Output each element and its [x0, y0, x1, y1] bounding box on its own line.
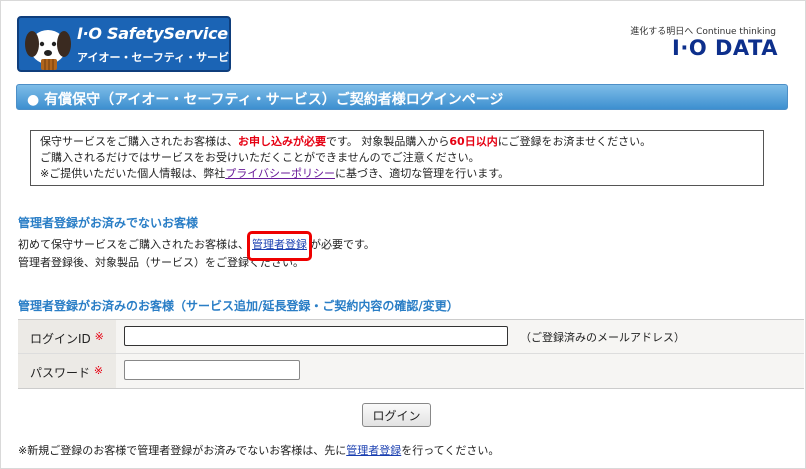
- notice-line-3: ※ご提供いただいた個人情報は、弊社プライバシーポリシーに基づき、適切な管理を行い…: [40, 166, 763, 182]
- footnote-text: を行ってください。: [401, 444, 500, 457]
- footnote: ※新規ご登録のお客様で管理者登録がお済みでないお客様は、先に管理者登録を行ってく…: [18, 442, 499, 458]
- notice-box: 保守サービスをご購入されたお客様は、お申し込みが必要です。 対象製品購入から60…: [30, 130, 764, 186]
- password-input-cell: [116, 354, 804, 388]
- register-link-highlight: 管理者登録: [247, 231, 312, 261]
- privacy-policy-link[interactable]: プライバシーポリシー: [225, 167, 335, 180]
- notice-text: ※ご提供いただいた個人情報は、弊社: [40, 167, 226, 180]
- safety-service-logo[interactable]: I·O SafetyService アイオー・セーフティ・サービス: [17, 16, 231, 72]
- login-id-label-cell: ログインID ※: [18, 320, 116, 353]
- admin-register-link[interactable]: 管理者登録: [252, 238, 307, 251]
- notice-text: に基づき、適切な管理を行います。: [335, 167, 510, 180]
- password-label: パスワード: [30, 366, 91, 380]
- notice-emphasis-application: お申し込みが必要: [238, 135, 326, 148]
- unregistered-section-heading: 管理者登録がお済みでないお客様: [18, 216, 199, 230]
- notice-line-2: ご購入されるだけではサービスをお受けいただくことができませんのでご注意ください。: [40, 151, 480, 164]
- notice-text: 保守サービスをご購入されたお客様は、: [40, 135, 238, 148]
- password-input[interactable]: [124, 360, 300, 380]
- login-id-hint: （ご登録済みのメールアドレス）: [520, 331, 685, 344]
- login-id-label: ログインID: [30, 332, 91, 346]
- page-title-bar: ● 有償保守（アイオー・セーフティ・サービス）ご契約者様ログインページ: [16, 84, 788, 110]
- unregistered-line-1: 初めて保守サービスをご購入されたお客様は、 管理者登録 が必要です。: [18, 231, 375, 261]
- dog-mascot-icon: [25, 30, 71, 70]
- password-row: パスワード ※: [18, 354, 804, 388]
- login-form-table: ログインID ※ （ご登録済みのメールアドレス） パスワード ※: [18, 319, 804, 389]
- notice-emphasis-deadline: 60日以内: [449, 135, 498, 148]
- logo-subtitle: アイオー・セーフティ・サービス: [77, 51, 231, 64]
- page-title: ● 有償保守（アイオー・セーフティ・サービス）ご契約者様ログインページ: [27, 92, 504, 108]
- login-button[interactable]: ログイン: [362, 403, 431, 427]
- login-id-row: ログインID ※ （ご登録済みのメールアドレス）: [18, 320, 804, 354]
- required-mark: ※: [94, 330, 104, 343]
- iodata-logo[interactable]: I·O DATA: [672, 36, 778, 60]
- footnote-text: ※新規ご登録のお客様で管理者登録がお済みでないお客様は、先に: [18, 444, 347, 457]
- unregistered-text: が必要です。: [310, 238, 375, 251]
- notice-text: です。 対象製品購入から: [326, 135, 450, 148]
- unregistered-text: 初めて保守サービスをご購入されたお客様は、: [18, 238, 249, 251]
- required-mark: ※: [93, 364, 104, 377]
- notice-text: にご登録をお済ませください。: [497, 135, 652, 148]
- login-id-input-cell: （ご登録済みのメールアドレス）: [116, 320, 804, 353]
- registered-section-heading: 管理者登録がお済みのお客様（サービス追加/延長登録・ご契約内容の確認/変更）: [18, 299, 459, 313]
- login-id-input[interactable]: [124, 326, 508, 346]
- logo-title: I·O SafetyService: [77, 24, 228, 43]
- password-label-cell: パスワード ※: [18, 354, 116, 388]
- footnote-register-link[interactable]: 管理者登録: [346, 444, 401, 457]
- notice-line-1: 保守サービスをご購入されたお客様は、お申し込みが必要です。 対象製品購入から60…: [40, 134, 763, 150]
